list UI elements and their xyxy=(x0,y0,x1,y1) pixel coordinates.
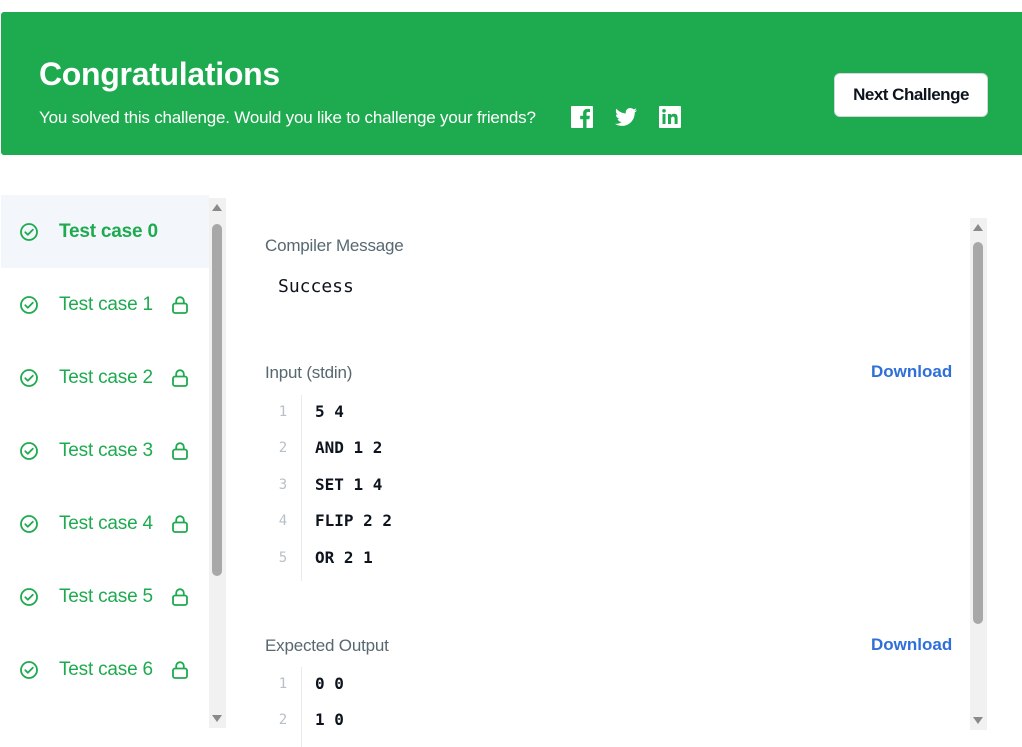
test-case-item-2[interactable]: Test case 2 xyxy=(1,341,209,414)
lock-icon xyxy=(172,514,188,533)
test-case-item-1[interactable]: Test case 1 xyxy=(1,268,209,341)
scroll-down-arrow-icon[interactable] xyxy=(212,715,222,722)
check-circle-icon xyxy=(20,587,38,606)
test-case-label: Test case 0 xyxy=(59,220,158,242)
scrollbar-thumb[interactable] xyxy=(212,224,222,576)
code-line: 2 AND 1 2 xyxy=(265,432,955,468)
output-scrollbar[interactable] xyxy=(970,218,987,730)
test-case-list: Test case 0 Test case 1 Test case 2 Test… xyxy=(1,195,209,730)
compiler-message-label: Compiler Message xyxy=(265,236,404,255)
test-case-item-6[interactable]: Test case 6 xyxy=(1,633,209,706)
check-circle-icon xyxy=(20,441,38,460)
line-text: 5 4 xyxy=(315,402,344,421)
line-text: SET 1 4 xyxy=(315,475,383,494)
line-text: OR 2 1 xyxy=(315,548,373,567)
expected-output-code-block: 1 0 0 2 1 0 xyxy=(265,667,955,747)
line-number: 4 xyxy=(278,513,288,529)
line-number: 2 xyxy=(278,440,288,456)
twitter-icon[interactable] xyxy=(614,105,638,129)
test-case-label: Test case 3 xyxy=(59,439,153,461)
scroll-up-arrow-icon[interactable] xyxy=(212,204,222,211)
linkedin-icon[interactable] xyxy=(658,105,682,129)
line-number: 1 xyxy=(278,676,288,692)
facebook-icon[interactable] xyxy=(570,105,594,129)
test-case-item-4[interactable]: Test case 4 xyxy=(1,487,209,560)
check-circle-icon xyxy=(20,660,38,679)
input-code-block: 1 5 4 2 AND 1 2 3 SET 1 4 4 FLIP 2 2 5 O… xyxy=(265,395,955,581)
code-line: 2 1 0 xyxy=(265,704,955,740)
line-number: 5 xyxy=(278,550,288,566)
line-number: 1 xyxy=(278,404,288,420)
check-circle-icon xyxy=(20,222,38,241)
code-line: 1 0 0 xyxy=(265,668,955,704)
lock-icon xyxy=(172,441,188,460)
line-number: 3 xyxy=(278,477,288,493)
test-case-label: Test case 4 xyxy=(59,512,153,534)
banner-subtitle: You solved this challenge. Would you lik… xyxy=(39,108,536,127)
code-line: 5 OR 2 1 xyxy=(265,542,955,578)
input-label: Input (stdin) xyxy=(265,363,353,382)
expected-output-download-link[interactable]: Download xyxy=(871,635,952,655)
line-text: AND 1 2 xyxy=(315,438,383,457)
code-line: 1 5 4 xyxy=(265,396,955,432)
line-text: 0 0 xyxy=(315,674,344,693)
banner-title: Congratulations xyxy=(39,56,280,92)
test-case-label: Test case 2 xyxy=(59,366,153,388)
scroll-down-arrow-icon[interactable] xyxy=(973,717,983,724)
check-circle-icon xyxy=(20,514,38,533)
lock-icon xyxy=(172,295,188,314)
lock-icon xyxy=(172,368,188,387)
test-case-item-0[interactable]: Test case 0 xyxy=(1,195,209,268)
test-case-scrollbar[interactable] xyxy=(209,198,226,728)
test-case-item-3[interactable]: Test case 3 xyxy=(1,414,209,487)
test-case-item-5[interactable]: Test case 5 xyxy=(1,560,209,633)
test-case-label: Test case 5 xyxy=(59,585,153,607)
line-number: 2 xyxy=(278,712,288,728)
compiler-message-text: Success xyxy=(278,276,354,297)
code-line: 3 SET 1 4 xyxy=(265,469,955,505)
check-circle-icon xyxy=(20,368,38,387)
test-case-label: Test case 6 xyxy=(59,658,153,680)
scrollbar-thumb[interactable] xyxy=(973,242,983,624)
check-circle-icon xyxy=(20,295,38,314)
test-case-label: Test case 1 xyxy=(59,293,153,315)
lock-icon xyxy=(172,587,188,606)
line-text: FLIP 2 2 xyxy=(315,511,393,530)
expected-output-label: Expected Output xyxy=(265,636,389,655)
lock-icon xyxy=(172,660,188,679)
code-line: 4 FLIP 2 2 xyxy=(265,505,955,541)
next-challenge-button[interactable]: Next Challenge xyxy=(834,73,988,117)
line-text: 1 0 xyxy=(315,710,344,729)
input-download-link[interactable]: Download xyxy=(871,362,952,382)
scroll-up-arrow-icon[interactable] xyxy=(973,224,983,231)
success-banner: Congratulations You solved this challeng… xyxy=(1,12,1022,155)
